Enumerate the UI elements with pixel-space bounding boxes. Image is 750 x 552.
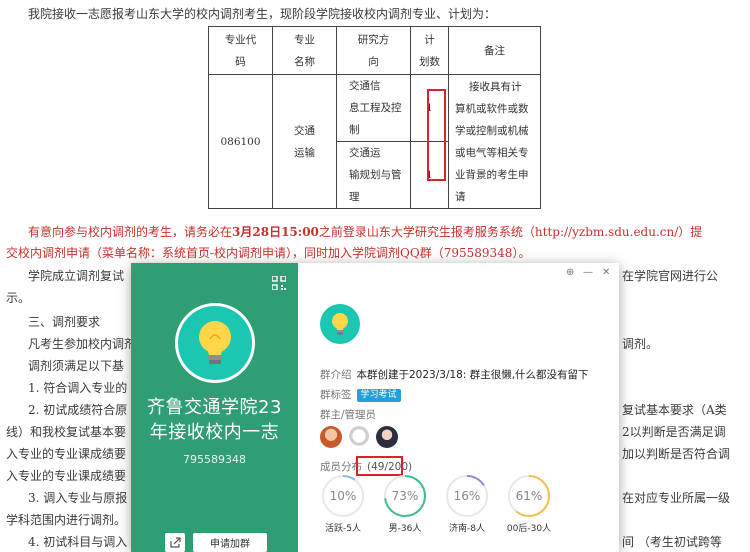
cell-remark: 接收具有计 算机或软件或数 学或控制或机械 或电气等相关专 业背景的考生申 请 [448,74,541,209]
admin-avatar[interactable] [320,426,342,448]
cell-code: 086100 [208,74,273,209]
group-avatar-small [320,304,360,344]
member-stats: 10% 活跃-5人 73% 男-36人 16% 济南-8人 61% 00后-30… [320,473,552,534]
group-card-popup: 齐鲁交通学院23 年接收校内一志 795589348 申请加群 ⊕ — ✕ 群介… [131,263,619,552]
para-m-left: 4. 初试科目与调入 [28,535,128,549]
para-h-right: 2以判断是否满足调 [622,425,726,439]
cell-direction-2: 交通运 输规划与管理 [336,141,411,209]
para-a-right: 在学院官网进行公 [622,269,719,283]
group-info-pane: ⊕ — ✕ 群介绍 本群创建于2023/3/18: 群主很懒,什么都没有留下 群标… [298,263,619,552]
stat-ring: 16% [446,475,488,517]
intro-text: 我院接收一志愿报考山东大学的校内调剂考生，现阶段学院接收校内调剂专业、计划为： [28,7,497,21]
header-code: 专业代码 [208,26,273,75]
para-d-left: 凡考生参加校内调剂的 [28,337,149,351]
lightbulb-icon [199,321,231,364]
para-b-left: 示。 [6,291,31,305]
svg-text:16%: 16% [454,489,481,503]
para-l-left: 学科范围内进行调剂。 [6,513,127,527]
minimize-icon[interactable]: — [583,267,593,278]
cell-direction-1: 交通信 息工程及控制 [336,74,411,142]
cell-name: 交通 运输 [272,74,337,209]
stat-active: 10% 活跃-5人 [320,473,366,534]
stat-gender: 73% 男-36人 [382,473,428,534]
stat-region: 16% 济南-8人 [444,473,490,534]
para-e-left: 调剂须满足以下基 [28,359,125,373]
para-j-left: 入专业的专业课成绩要 [6,469,127,483]
notice-line-2: 交校内调剂申请（菜单名称：系统首页-校内调剂申请），同时加入学院调剂QQ群（79… [6,246,531,260]
header-plan: 计划数 [410,26,449,75]
header-direction: 研究方向 [336,26,411,75]
svg-text:10%: 10% [330,489,357,503]
group-card-header: 齐鲁交通学院23 年接收校内一志 795589348 申请加群 [131,263,298,552]
plan-highlight-box [427,89,446,181]
close-icon[interactable]: ✕ [602,267,610,278]
para-i-left: 入专业的专业课成绩要 [6,447,127,461]
admin-avatar[interactable] [376,426,398,448]
svg-text:73%: 73% [392,489,419,503]
para-g-right: 复试基本要求（A类 [622,403,727,417]
group-intro-row: 群介绍 本群创建于2023/3/18: 群主很懒,什么都没有留下 [320,369,589,381]
stat-ring: 73% [384,475,426,517]
admin-avatars [320,426,398,448]
para-d-right: 调剂。 [622,337,659,351]
group-avatar [175,303,255,383]
share-icon [169,537,181,548]
tag-badge[interactable]: 学习考试 [356,388,401,402]
para-f-left: 1. 符合调入专业的 [28,381,128,395]
share-button[interactable] [165,533,185,552]
plan-table: 专业代码 专业 名称 研究方向 计划数 备注 086100 交通 运输 交通信 息工程… [208,26,541,209]
admin-row: 群主/管理员 [320,409,377,421]
header-remark: 备注 [448,26,541,75]
para-k-right: 在对应专业所属一级 [622,491,731,505]
header-name: 专业 名称 [272,26,337,75]
para-k-left: 3. 调入专业与原报 [28,491,128,505]
group-tag-row: 群标签 学习考试 [320,387,401,403]
notice-line-1: 有意向参与校内调剂的考生，请务必在3月28日15:00之前登录山东大学研究生报考… [28,225,703,239]
lightbulb-icon [332,313,348,335]
qr-code-icon[interactable] [272,276,286,290]
para-i-right: 加以判断是否符合调 [622,447,731,461]
stat-ring: 10% [322,475,364,517]
para-m-right: 间 （考生初试跨等 [622,535,722,549]
pin-icon[interactable]: ⊕ [566,267,574,278]
join-group-button[interactable]: 申请加群 [193,533,267,552]
svg-text:61%: 61% [516,489,543,503]
para-h-left: 线）和我校复试基本要 [6,425,127,439]
stat-age: 61% 00后-30人 [506,473,552,534]
para-g-left: 2. 初试成绩符合原 [28,403,128,417]
para-c-left: 三、调剂要求 [28,315,101,329]
para-a-left: 学院成立调剂复试 [28,269,125,283]
group-name: 齐鲁交通学院23 年接收校内一志 [147,397,282,443]
group-id: 795589348 [183,453,246,466]
stat-ring: 61% [508,475,550,517]
admin-avatar[interactable] [348,426,370,448]
